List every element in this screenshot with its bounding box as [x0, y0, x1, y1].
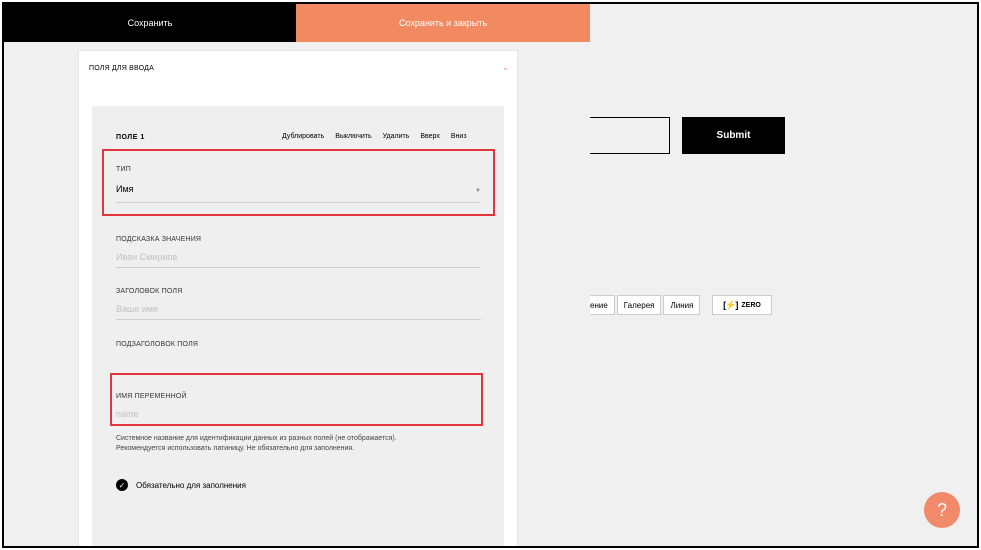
subtitle-label: ПОДЗАГОЛОВОК ПОЛЯ	[116, 341, 199, 348]
zero-block-button[interactable]: [⚡] ZERO	[712, 295, 772, 315]
duplicate-link[interactable]: Дублировать	[282, 133, 324, 140]
field-title-underline	[116, 319, 481, 320]
highlight-type-box	[102, 149, 495, 216]
save-and-close-button[interactable]: Сохранить и закрыть	[296, 4, 590, 42]
zero-icon: [⚡]	[723, 299, 738, 310]
move-up-link[interactable]: Вверх	[420, 133, 440, 140]
field-editor: ПОЛЕ 1 Дублировать Выключить Удалить Вве…	[92, 106, 504, 546]
chevron-down-icon[interactable]: ⌄	[502, 63, 509, 72]
background-tab-gallery[interactable]: Галерея	[616, 295, 662, 315]
card-title[interactable]: ПОЛЯ ДЛЯ ВВОДА	[89, 65, 154, 72]
hint-underline	[116, 267, 481, 268]
save-button[interactable]: Сохранить	[4, 4, 296, 42]
varname-hint: Системное название для идентификации дан…	[116, 434, 486, 454]
input-fields-card: ПОЛЯ ДЛЯ ВВОДА ⌄ ПОЛЕ 1 Дублировать Выкл…	[78, 50, 518, 546]
editor-topbar: Сохранить Сохранить и закрыть	[4, 4, 590, 42]
varname-hint-line2: Рекомендуется использовать латиницу. Не …	[116, 445, 355, 452]
zero-label: ZERO	[741, 301, 761, 309]
field-actions: Дублировать Выключить Удалить Вверх Вниз	[282, 133, 467, 140]
editor-panel: Сохранить Сохранить и закрыть ПОЛЯ ДЛЯ В…	[4, 4, 590, 546]
highlight-varname-box	[110, 373, 483, 426]
field-title: ПОЛЕ 1	[116, 134, 145, 141]
hint-label: ПОДСКАЗКА ЗНАЧЕНИЯ	[116, 236, 202, 243]
required-label: Обязательно для заполнения	[136, 480, 246, 490]
background-tab-line[interactable]: Линия	[663, 295, 701, 315]
move-down-link[interactable]: Вниз	[451, 133, 467, 140]
background-page	[590, 4, 977, 546]
background-tab[interactable]: ение	[590, 295, 615, 315]
hint-input[interactable]: Иван Смирнов	[116, 252, 177, 262]
screenshot-frame: Submit ение Галерея Линия [⚡] ZERO ? Сох…	[2, 2, 979, 548]
help-button[interactable]: ?	[924, 492, 960, 528]
background-input[interactable]	[590, 117, 670, 154]
check-icon[interactable]: ✓	[116, 479, 128, 491]
background-tabs: ение Галерея Линия	[590, 295, 702, 315]
disable-link[interactable]: Выключить	[335, 133, 371, 140]
required-checkbox[interactable]: ✓ Обязательно для заполнения	[116, 479, 246, 491]
field-title-input[interactable]: Ваше имя	[116, 304, 158, 314]
field-title-label: ЗАГОЛОВОК ПОЛЯ	[116, 288, 183, 295]
varname-hint-line1: Системное название для идентификации дан…	[116, 435, 397, 442]
delete-link[interactable]: Удалить	[383, 133, 410, 140]
background-submit-button[interactable]: Submit	[682, 117, 785, 154]
